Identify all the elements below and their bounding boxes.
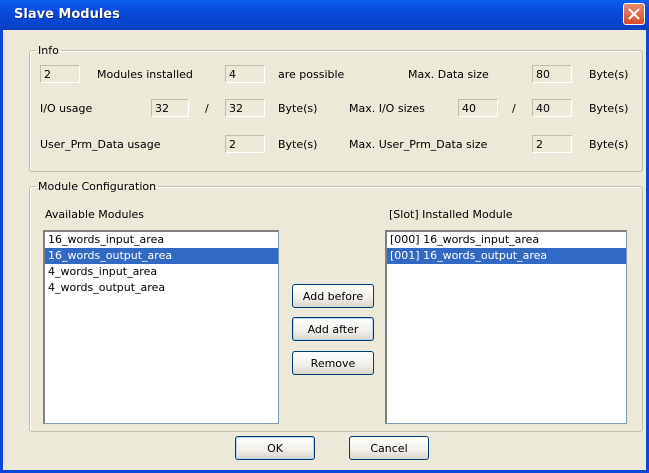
are-possible-label: are possible xyxy=(278,68,345,81)
io-usage-label: I/O usage xyxy=(40,102,93,115)
available-modules-list[interactable]: 16_words_input_area 16_words_output_area… xyxy=(43,230,279,424)
max-prm-size-label: Max. User_Prm_Data size xyxy=(349,138,488,151)
modules-installed-label: Modules installed xyxy=(97,68,193,81)
prm-usage-unit: Byte(s) xyxy=(278,138,318,151)
dialog-body: Info 2 Modules installed 4 are possible … xyxy=(3,30,646,470)
title-bar[interactable]: Slave Modules xyxy=(0,0,649,30)
max-io-separator: / xyxy=(512,102,516,115)
slave-modules-dialog: Slave Modules Info 2 Modules installed 4… xyxy=(0,0,649,473)
max-data-size-field: 80 xyxy=(532,65,572,83)
max-io-sizes-label: Max. I/O sizes xyxy=(349,102,425,115)
close-icon xyxy=(628,8,640,20)
list-item[interactable]: [001] 16_words_output_area xyxy=(387,248,626,264)
cancel-button[interactable]: Cancel xyxy=(349,436,429,460)
max-prm-size-unit: Byte(s) xyxy=(589,138,629,151)
add-after-button[interactable]: Add after xyxy=(292,317,374,341)
prm-usage-label: User_Prm_Data usage xyxy=(40,138,161,151)
remove-button[interactable]: Remove xyxy=(292,351,374,375)
max-prm-size-field: 2 xyxy=(532,135,572,153)
max-io-unit: Byte(s) xyxy=(589,102,629,115)
list-item[interactable]: 4_words_input_area xyxy=(45,264,278,280)
io-usage-output-field: 32 xyxy=(225,99,265,117)
list-item[interactable]: 4_words_output_area xyxy=(45,280,278,296)
info-legend: Info xyxy=(38,44,59,57)
modules-installed-field: 2 xyxy=(40,65,80,83)
window-title: Slave Modules xyxy=(14,7,120,22)
max-io-output-field: 40 xyxy=(532,99,572,117)
max-data-size-label: Max. Data size xyxy=(408,68,489,81)
module-config-legend: Module Configuration xyxy=(38,180,157,193)
list-item[interactable]: 16_words_output_area xyxy=(45,248,278,264)
list-item[interactable]: [000] 16_words_input_area xyxy=(387,232,626,248)
max-data-size-unit: Byte(s) xyxy=(589,68,629,81)
list-item[interactable]: 16_words_input_area xyxy=(45,232,278,248)
prm-usage-field: 2 xyxy=(225,135,265,153)
possible-field: 4 xyxy=(225,65,265,83)
io-usage-separator: / xyxy=(205,102,209,115)
add-before-button[interactable]: Add before xyxy=(292,284,374,308)
io-usage-input-field: 32 xyxy=(151,99,189,117)
available-modules-label: Available Modules xyxy=(45,208,145,221)
installed-modules-list[interactable]: [000] 16_words_input_area [001] 16_words… xyxy=(385,230,627,424)
max-io-input-field: 40 xyxy=(458,99,498,117)
io-usage-unit: Byte(s) xyxy=(278,102,318,115)
close-button[interactable] xyxy=(623,3,645,25)
installed-module-label: [Slot] Installed Module xyxy=(389,208,513,221)
ok-button[interactable]: OK xyxy=(235,436,315,460)
